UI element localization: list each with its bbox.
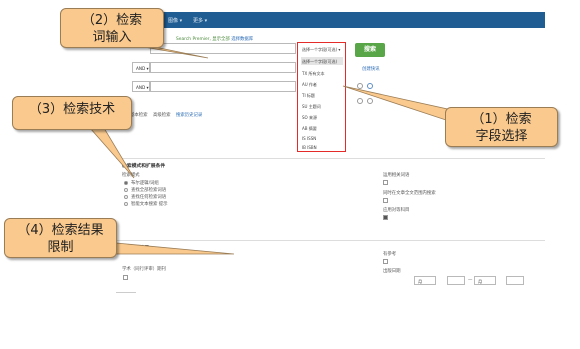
callout-3: （3）检索技术 — [12, 96, 132, 130]
callout-4-pointer — [104, 241, 235, 255]
callout-2: （2）检索 词输入 — [60, 8, 164, 48]
callout-1-line2: 字段选择 — [475, 129, 528, 144]
callout-pointers — [89, 45, 453, 255]
callout-3-pointer — [89, 127, 135, 179]
callout-1-pointer — [342, 85, 453, 123]
callout-4-line1: （4）检索结果 — [17, 223, 104, 238]
callout-4-line2: 限制 — [47, 240, 74, 255]
callout-2-line1: （2）检索 — [81, 13, 143, 28]
callout-2-line2: 词输入 — [92, 30, 132, 45]
callout-1: （1）检索 字段选择 — [445, 107, 558, 147]
callout-1-line1: （1）检索 — [471, 112, 532, 127]
callout-3-line1: （3）检索技术 — [28, 102, 116, 117]
callout-4: （4）检索结果 限制 — [4, 218, 117, 258]
